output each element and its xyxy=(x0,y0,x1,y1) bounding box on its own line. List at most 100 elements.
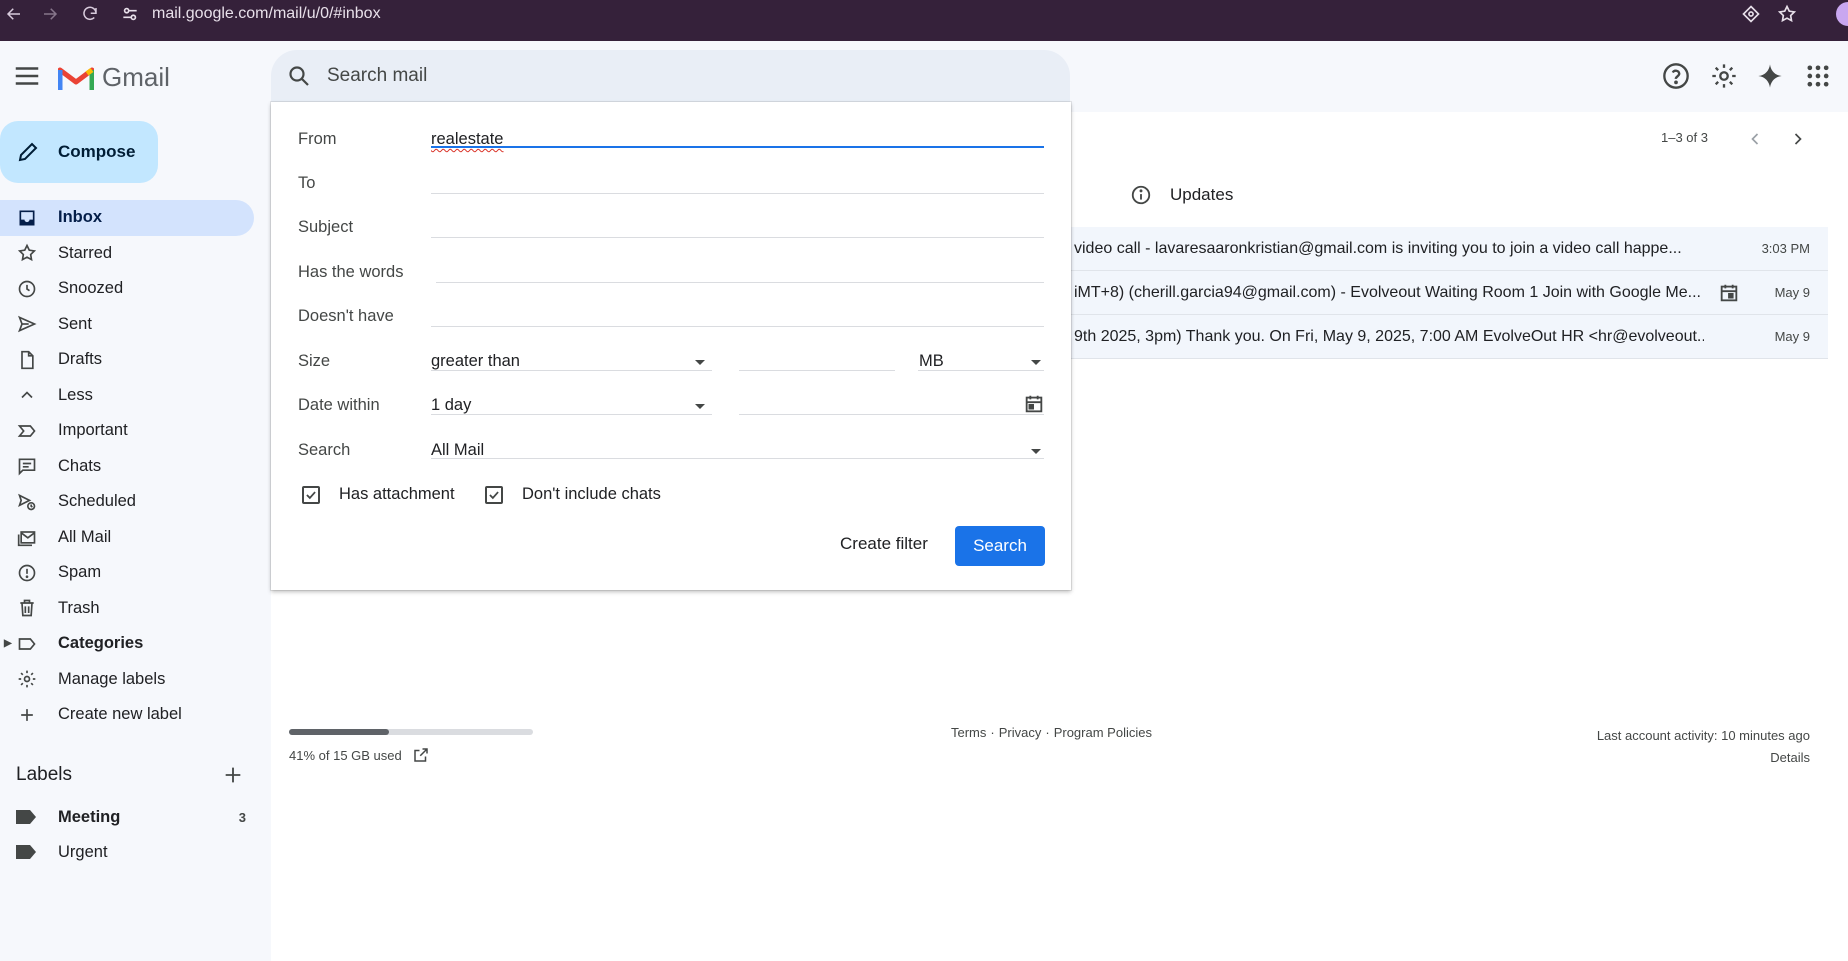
doesnt-have-field[interactable] xyxy=(431,297,1044,327)
dont-include-chats-checkbox[interactable] xyxy=(485,486,503,504)
sidebar-item-important[interactable]: Important xyxy=(0,413,254,449)
gemini-sparkle-icon[interactable] xyxy=(1756,62,1784,90)
label-outline-icon xyxy=(16,633,38,655)
settings-gear-icon[interactable] xyxy=(1710,62,1738,90)
search-bar[interactable] xyxy=(271,50,1070,102)
label-item-meeting[interactable]: Meeting 3 xyxy=(16,802,246,832)
dropdown-arrow-icon xyxy=(1031,449,1041,454)
size-operator-value: greater than xyxy=(431,352,520,370)
gmail-m-icon xyxy=(58,67,94,90)
address-bar[interactable]: mail.google.com/mail/u/0/#inbox xyxy=(120,0,1800,28)
help-icon[interactable] xyxy=(1662,62,1690,90)
search-icon[interactable] xyxy=(287,64,311,88)
chevron-left-icon[interactable] xyxy=(1745,129,1765,149)
chevron-right-icon[interactable] xyxy=(1788,129,1808,149)
subject-label: Subject xyxy=(298,218,354,236)
mail-time: May 9 xyxy=(1774,285,1810,300)
sidebar-item-spam[interactable]: Spam xyxy=(0,555,254,591)
back-icon[interactable] xyxy=(0,0,28,28)
sidebar-item-label: Sent xyxy=(58,314,92,333)
to-field[interactable] xyxy=(431,164,1044,194)
sidebar-item-scheduled[interactable]: Scheduled xyxy=(0,484,254,520)
sidebar-item-sent[interactable]: Sent xyxy=(0,307,254,343)
important-icon xyxy=(16,420,38,442)
create-filter-button[interactable]: Create filter xyxy=(828,526,940,562)
main-menu-icon[interactable] xyxy=(12,61,42,91)
sidebar-item-label: Chats xyxy=(58,456,102,475)
labels-heading: Labels xyxy=(16,764,72,785)
sidebar-item-chats[interactable]: Chats xyxy=(0,449,254,485)
sidebar-item-label: Snoozed xyxy=(58,279,124,298)
apps-grid-icon[interactable] xyxy=(1804,62,1832,90)
sidebar-item-inbox[interactable]: Inbox xyxy=(0,200,254,236)
profile-avatar[interactable] xyxy=(1836,2,1848,26)
from-field[interactable] xyxy=(431,118,1044,148)
subject-field[interactable] xyxy=(431,208,1044,238)
open-external-icon[interactable] xyxy=(412,746,430,764)
has-attachment-checkbox[interactable] xyxy=(302,486,320,504)
mail-row[interactable]: video call - lavaresaaronkristian@gmail.… xyxy=(1070,227,1828,271)
advanced-search-panel: From realestate To Subject Has the words… xyxy=(271,102,1071,590)
details-link[interactable]: Details xyxy=(1597,747,1810,769)
calendar-event-icon[interactable] xyxy=(1718,282,1740,304)
tab-label: Updates xyxy=(1170,185,1234,204)
sidebar-item-snoozed[interactable]: Snoozed xyxy=(0,271,254,307)
draft-icon xyxy=(16,349,38,371)
sidebar-item-starred[interactable]: Starred xyxy=(0,236,254,272)
from-value: realestate xyxy=(431,130,504,148)
label-name: Urgent xyxy=(58,842,108,861)
compose-button[interactable]: Compose xyxy=(0,121,158,183)
has-words-field[interactable] xyxy=(436,253,1044,283)
label-tag-icon xyxy=(16,810,36,824)
dropdown-arrow-icon xyxy=(1031,360,1041,365)
search-button[interactable]: Search xyxy=(955,526,1045,566)
clock-icon xyxy=(16,278,38,300)
date-input[interactable] xyxy=(739,387,1044,415)
date-within-select[interactable] xyxy=(431,387,712,415)
label-count: 3 xyxy=(238,809,246,825)
mail-time: 3:03 PM xyxy=(1761,241,1810,256)
all-mail-icon xyxy=(16,526,38,548)
privacy-link[interactable]: Privacy xyxy=(999,725,1042,740)
label-name: Meeting xyxy=(58,807,121,826)
gear-icon xyxy=(16,668,38,690)
dropdown-arrow-icon xyxy=(695,404,705,409)
forward-icon[interactable] xyxy=(36,0,64,28)
gmail-logo[interactable]: Gmail xyxy=(58,62,170,93)
has-words-label: Has the words xyxy=(298,263,404,281)
sidebar-item-trash[interactable]: Trash xyxy=(0,591,254,627)
dont-include-chats-label: Don't include chats xyxy=(522,485,661,503)
mail-row[interactable]: 9th 2025, 3pm) Thank you. On Fri, May 9,… xyxy=(1070,315,1828,359)
search-scope-select[interactable] xyxy=(431,431,1044,459)
sidebar-item-manage-labels[interactable]: Manage labels xyxy=(0,662,254,698)
extension-icon[interactable] xyxy=(1741,4,1761,24)
label-tag-icon xyxy=(16,845,36,859)
calendar-icon[interactable] xyxy=(1023,393,1045,415)
mail-snippet: 9th 2025, 3pm) Thank you. On Fri, May 9,… xyxy=(1074,327,1704,345)
trash-icon xyxy=(16,597,38,619)
expand-arrow-icon[interactable]: ▶ xyxy=(4,638,12,649)
date-within-value: 1 day xyxy=(431,396,472,414)
sidebar-item-less[interactable]: Less xyxy=(0,378,254,414)
size-value-input[interactable] xyxy=(739,343,895,371)
size-unit-value: MB xyxy=(919,352,944,370)
sidebar-item-categories[interactable]: ▶ Categories xyxy=(0,626,254,662)
sidebar-item-drafts[interactable]: Drafts xyxy=(0,342,254,378)
add-label-icon[interactable] xyxy=(222,764,244,786)
program-policies-link[interactable]: Program Policies xyxy=(1054,725,1152,740)
search-input[interactable] xyxy=(327,65,927,87)
tab-updates[interactable]: Updates xyxy=(1130,184,1233,206)
app-name: Gmail xyxy=(102,62,170,92)
terms-link[interactable]: Terms xyxy=(951,725,986,740)
reload-icon[interactable] xyxy=(76,0,104,28)
sidebar-item-create-label[interactable]: Create new label xyxy=(0,697,254,733)
mail-snippet: iMT+8) (cherill.garcia94@gmail.com) - Ev… xyxy=(1074,283,1701,301)
mail-row[interactable]: iMT+8) (cherill.garcia94@gmail.com) - Ev… xyxy=(1070,271,1828,315)
search-scope-label: Search xyxy=(298,441,351,459)
label-item-urgent[interactable]: Urgent xyxy=(16,837,246,867)
site-info-icon[interactable] xyxy=(120,4,140,24)
sidebar-item-all-mail[interactable]: All Mail xyxy=(0,520,254,556)
chevron-up-icon xyxy=(16,384,38,406)
bookmark-star-icon[interactable] xyxy=(1777,4,1797,24)
from-label: From xyxy=(298,130,337,148)
